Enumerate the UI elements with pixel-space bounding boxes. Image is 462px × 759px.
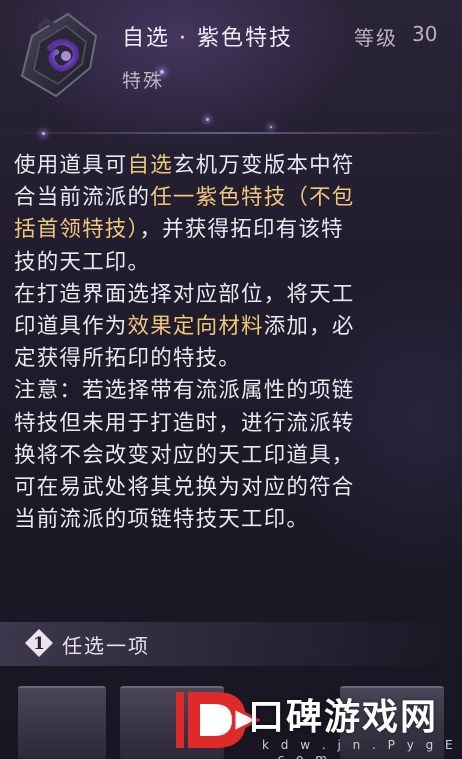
choose-number: 1 [33,634,45,654]
option-card[interactable] [18,686,106,759]
description-line: 特技但未用于打造时，进行流派转 [14,408,454,440]
highlight-text: 自选 [127,153,173,178]
description-line: 可在易武处将其兑换为对应的符合 [14,472,454,504]
description-text: 特技但未用于打造时，进行流派转 [14,410,355,436]
level-value: 30 [412,22,438,46]
highlight-text: 效果定向材料 [127,314,264,340]
watermark-url: k d w . j n . P y g E . c o m [262,738,457,759]
description-line: 换将不会改变对应的天工印道具， [14,440,454,472]
description-line: 印道具作为效果定向材料添加，必 [14,311,454,343]
description-line: 使用道具可自选玄机万变版本中符 [14,150,454,182]
choose-one-label: 任选一项 [62,634,150,658]
description-line: 注意：若选择带有流派属性的项链 [14,375,454,407]
description-line: 当前流派的项链特技天工印。 [14,504,454,536]
header-divider [0,132,462,134]
description-text: 换将不会改变对应的天工印道具， [14,442,355,468]
description-text: 当前流派的项链特技天工印。 [14,507,310,533]
description-text: 在打造界面选择对应部位，将天工 [14,281,355,307]
description-line: 在打造界面选择对应部位，将天工 [14,279,454,311]
highlight-text: 任一紫色特技（不包 [150,185,355,211]
description-text: 注意：若选择带有流派属性的项链 [14,378,355,404]
description-text: 使用道具可 [14,153,128,178]
item-description: 使用道具可自选玄机万变版本中符 合当前流派的任一紫色特技（不包 括首领特技），并获得… [14,150,454,536]
description-text: 玄机万变版本中符 [172,153,355,178]
purple-seal-gem-icon [20,12,98,98]
description-line: 定获得所拓印的特技。 [14,343,454,375]
description-line: 括首领特技），并获得拓印有该特 [14,214,454,246]
item-tooltip-panel: 自选 · 紫色特技 等级 30 特殊 使用道具可自选玄机万变版本中符 合当前流派的… [0,0,462,759]
watermark-text: 口碑游戏网 [248,697,439,738]
item-subtype: 特殊 [122,70,165,92]
item-title: 自选 · 紫色特技 [122,26,293,51]
sparkle-decoration [206,118,209,121]
description-text: 合当前流派的 [14,185,151,211]
description-line: 合当前流派的任一紫色特技（不包 [14,182,454,214]
description-text: 技的天工印。 [14,249,151,275]
sparkle-decoration [270,126,272,128]
description-text: 定获得所拓印的特技。 [14,346,242,372]
description-text: 印道具作为 [14,314,128,340]
number-diamond-icon: 1 [25,629,53,657]
highlight-text: 括首领特技） [14,217,140,243]
description-text: ，并获得拓印有该特 [139,217,344,243]
level-label: 等级 [354,26,398,50]
description-text: 可在易武处将其兑换为对应的符合 [14,475,355,501]
description-text: 添加，必 [263,314,355,340]
description-line: 技的天工印。 [14,247,454,279]
